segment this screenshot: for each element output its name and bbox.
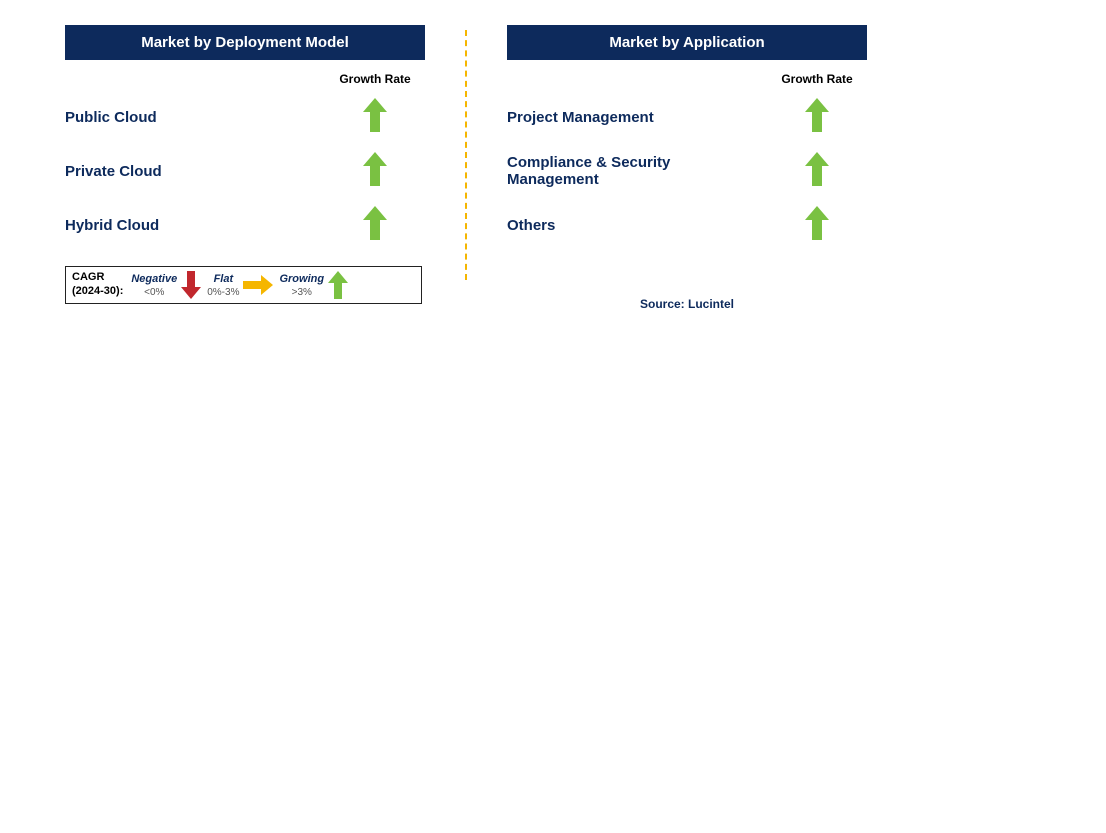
growing-arrow-icon bbox=[767, 98, 867, 137]
row-label: Project Management bbox=[507, 109, 767, 126]
panel-application: Market by Application Growth Rate Projec… bbox=[507, 25, 867, 311]
row-public-cloud: Public Cloud bbox=[65, 90, 425, 144]
row-label: Private Cloud bbox=[65, 163, 325, 180]
legend-cat-range: >3% bbox=[292, 287, 312, 298]
row-label: Compliance & Security Management bbox=[507, 154, 767, 188]
legend-negative: Negative <0% bbox=[131, 273, 177, 298]
legend-cat-range: 0%-3% bbox=[207, 287, 239, 298]
up-arrow-icon bbox=[328, 271, 348, 299]
vertical-divider bbox=[465, 30, 467, 280]
panel-deployment-model: Market by Deployment Model Growth Rate P… bbox=[65, 25, 425, 304]
row-label: Others bbox=[507, 217, 767, 234]
growing-arrow-icon bbox=[325, 206, 425, 245]
diagram-container: Market by Deployment Model Growth Rate P… bbox=[0, 0, 1106, 311]
legend-flat: Flat 0%-3% bbox=[207, 273, 239, 298]
growth-rate-header-left: Growth Rate bbox=[325, 72, 425, 86]
row-label: Public Cloud bbox=[65, 109, 325, 126]
growing-arrow-icon bbox=[767, 152, 867, 191]
panel-header-left: Market by Deployment Model bbox=[65, 25, 425, 60]
legend-growing: Growing >3% bbox=[279, 273, 324, 298]
row-project-management: Project Management bbox=[507, 90, 867, 144]
panel-header-right: Market by Application bbox=[507, 25, 867, 60]
cagr-legend: CAGR (2024-30): Negative <0% Flat 0%-3% … bbox=[65, 266, 422, 304]
down-arrow-icon bbox=[181, 271, 201, 299]
row-hybrid-cloud: Hybrid Cloud bbox=[65, 198, 425, 252]
legend-cat-label: Negative bbox=[131, 273, 177, 285]
row-compliance-security: Compliance & Security Management bbox=[507, 144, 867, 198]
legend-cat-label: Flat bbox=[214, 273, 234, 285]
row-private-cloud: Private Cloud bbox=[65, 144, 425, 198]
legend-cat-range: <0% bbox=[144, 287, 164, 298]
growth-rate-header-right: Growth Rate bbox=[767, 72, 867, 86]
legend-cagr-label: CAGR (2024-30): bbox=[72, 271, 123, 299]
row-label: Hybrid Cloud bbox=[65, 217, 325, 234]
growing-arrow-icon bbox=[325, 98, 425, 137]
right-arrow-icon bbox=[243, 275, 273, 295]
source-label: Source: Lucintel bbox=[507, 297, 867, 311]
row-others: Others bbox=[507, 198, 867, 252]
growing-arrow-icon bbox=[767, 206, 867, 245]
legend-cat-label: Growing bbox=[279, 273, 324, 285]
growing-arrow-icon bbox=[325, 152, 425, 191]
